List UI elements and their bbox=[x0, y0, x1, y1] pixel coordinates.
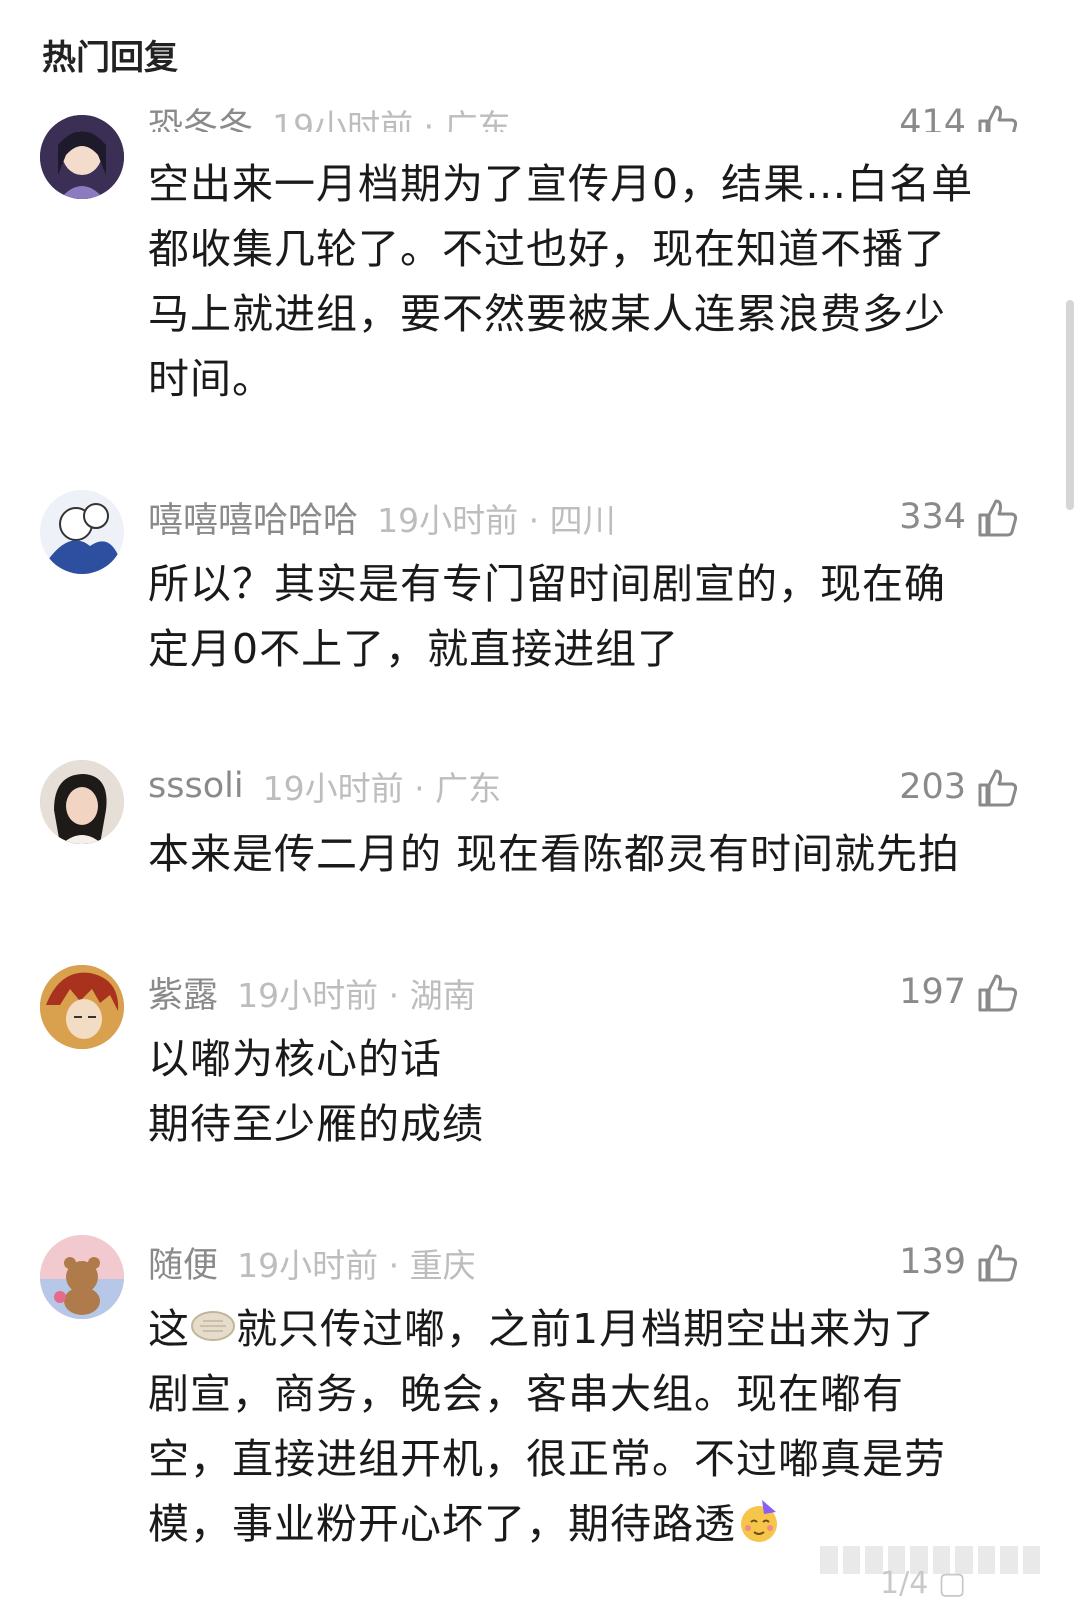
comment-text: 以嘟为核心的话 期待至少雁的成绩 bbox=[148, 1035, 484, 1148]
comment-text: 这就只传过嘟，之前1月档期空出来为了 剧宣，商务，晚会，客串大组。现在嘟有 空，… bbox=[148, 1297, 1020, 1557]
like-button[interactable]: 414 bbox=[899, 98, 1020, 132]
comment-meta: 19小时前 · 湖南 bbox=[237, 975, 476, 1015]
like-count: 197 bbox=[899, 972, 966, 1012]
like-count: 414 bbox=[899, 103, 966, 132]
username[interactable]: 随便 bbox=[148, 1246, 218, 1286]
username[interactable]: 嘻嘻嘻哈哈哈 bbox=[148, 501, 358, 541]
page-title: 热门回复 bbox=[42, 38, 178, 78]
like-count: 203 bbox=[899, 767, 966, 807]
comment-meta: 19小时前 · 四川 bbox=[377, 500, 616, 540]
like-button[interactable]: 139 bbox=[899, 1237, 1020, 1287]
scrollbar[interactable] bbox=[1066, 300, 1074, 510]
party-face-icon bbox=[741, 1500, 777, 1542]
like-count: 334 bbox=[899, 497, 966, 537]
thumbs-up-icon bbox=[978, 1244, 1018, 1282]
avatar[interactable] bbox=[40, 965, 124, 1049]
comment-meta: 19小时前 · 重庆 bbox=[237, 1245, 476, 1285]
comment-text-start: 这 bbox=[148, 1305, 190, 1353]
username[interactable]: 恐冬冬 bbox=[148, 107, 253, 132]
page-indicator: 1/4 ▢ bbox=[880, 1566, 967, 1601]
username[interactable]: 紫露 bbox=[148, 976, 218, 1016]
comment-meta: 19小时前 · 广东 bbox=[262, 769, 502, 808]
thumbs-up-icon bbox=[978, 105, 1018, 132]
comment-text: 本来是传二月的 现在看陈都灵有时间就先拍 bbox=[148, 830, 961, 878]
like-button[interactable]: 203 bbox=[899, 762, 1020, 812]
comment-text-rest: 就只传过嘟，之前1月档期空出来为了 剧宣，商务，晚会，客串大组。现在嘟有 空，直… bbox=[148, 1305, 946, 1548]
avatar[interactable] bbox=[40, 1235, 124, 1319]
like-count: 139 bbox=[899, 1242, 966, 1282]
username[interactable]: sssoli bbox=[148, 766, 244, 806]
like-button[interactable]: 197 bbox=[899, 967, 1020, 1017]
avatar[interactable] bbox=[40, 115, 124, 199]
bun-emoji-icon bbox=[191, 1311, 235, 1341]
thumbs-up-icon bbox=[978, 974, 1018, 1012]
avatar[interactable] bbox=[40, 490, 124, 574]
comment-text: 所以？其实是有专门留时间剧宣的，现在确 定月0不上了，就直接进组了 bbox=[148, 560, 946, 673]
thumbs-up-icon bbox=[978, 499, 1018, 537]
avatar[interactable] bbox=[40, 760, 124, 844]
thumbs-up-icon bbox=[978, 769, 1018, 807]
comment-meta: 19小时前 · 广东 bbox=[272, 106, 511, 133]
like-button[interactable]: 334 bbox=[899, 492, 1020, 542]
comment-text: 空出来一月档期为了宣传月0，结果…白名单 都收集几轮了。不过也好，现在知道不播了… bbox=[148, 160, 974, 403]
